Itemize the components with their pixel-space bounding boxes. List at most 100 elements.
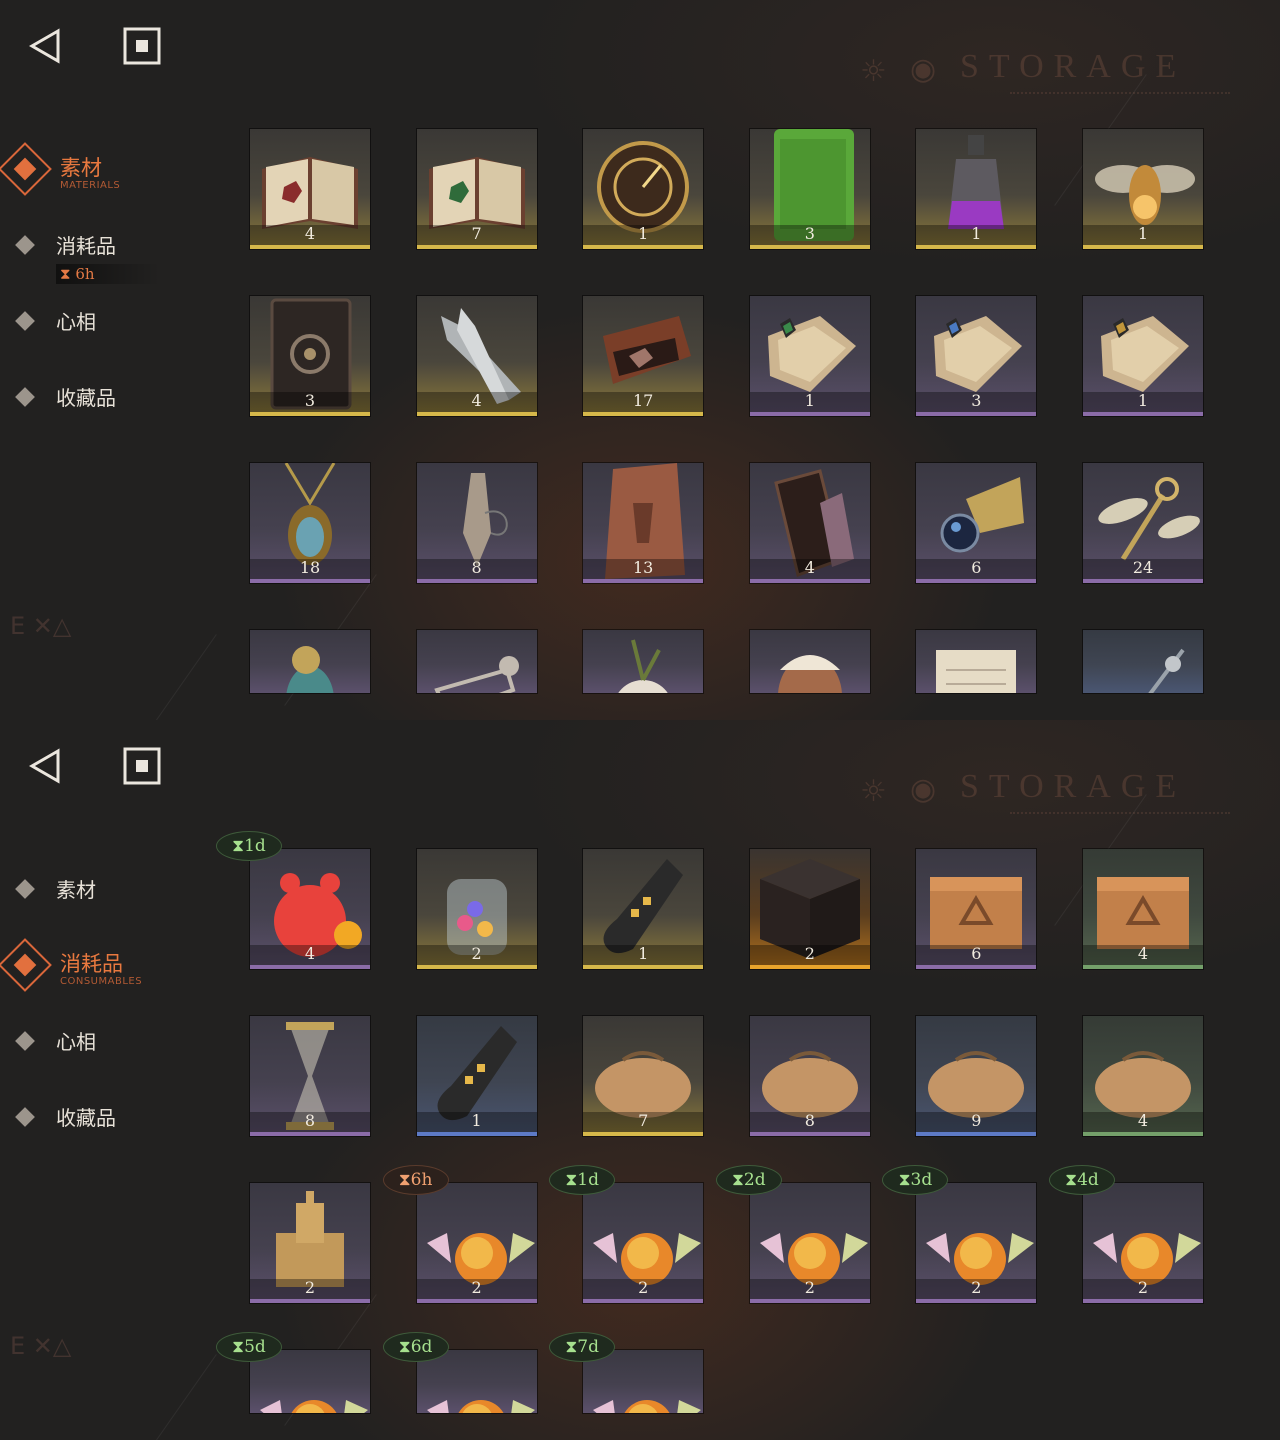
item-tile[interactable] [916,630,1037,693]
rarity-bar [583,245,704,249]
item-tile[interactable]: 4 [1083,1016,1203,1136]
item-tile[interactable]: 8 [250,1016,370,1136]
back-button[interactable] [26,748,66,784]
item-count: 2 [638,1278,649,1297]
rarity-bar [916,965,1037,969]
item-count: 2 [304,1278,316,1297]
item-count: 3 [304,391,316,410]
title-ornament [1010,812,1230,818]
item-tile[interactable]: 18 [250,463,370,583]
item-count: 2 [971,1278,982,1297]
item-tile[interactable]: 4 [749,463,870,583]
item-count: 4 [1137,944,1149,963]
nav-label: 消耗品 [60,952,123,976]
rarity-bar [583,412,704,416]
item-tile[interactable]: 1 [583,129,704,249]
item-count: 3 [971,391,982,410]
item-tile[interactable]: 2 [416,1183,537,1303]
nav-label: 素材 [60,156,102,180]
item-tile[interactable]: 24 [1083,463,1203,583]
storage-panel-consumables: ☼ ◉ STORAGE E ✕△ 素材 消耗品 CONSUMABLES 心相 收… [0,720,1280,1440]
rarity-bar [416,245,537,249]
item-count: 4 [471,391,482,410]
item-tile[interactable]: 9 [916,1016,1037,1136]
home-button[interactable] [122,746,162,786]
item-tile[interactable] [250,1350,370,1413]
rarity-bar [916,1299,1037,1303]
item-count: 13 [633,558,654,577]
item-count: 1 [638,224,649,243]
item-tile[interactable] [749,630,870,693]
item-tile[interactable] [250,630,370,693]
item-tile[interactable]: 13 [583,463,704,583]
item-tile[interactable]: 1 [916,129,1037,249]
nav-sublabel: MATERIALS [60,180,121,191]
item-tile[interactable]: 3 [749,129,870,249]
item-count: 2 [471,1278,482,1297]
item-tile[interactable]: 17 [583,296,704,416]
item-tile[interactable]: 4 [416,296,537,416]
diamond-icon [15,1107,35,1127]
item-tile[interactable] [416,1350,537,1413]
back-arrow-icon [28,748,60,784]
item-tile[interactable]: 7 [416,129,537,249]
item-tile[interactable]: 2 [250,1183,370,1303]
rarity-bar [583,1299,704,1303]
rarity-bar [1083,965,1203,969]
home-button[interactable] [122,26,162,66]
item-count: 1 [1137,391,1149,410]
rarity-bar [916,1132,1037,1136]
item-tile[interactable]: 1 [1083,129,1203,249]
corner-glyph-icon: E ✕△ [10,1332,72,1360]
expiry-timer-tag: ⧗3d [882,1165,949,1195]
item-tile[interactable]: 2 [416,849,537,969]
item-tile[interactable]: 1 [583,849,704,969]
item-tile[interactable]: 8 [416,463,537,583]
item-tile[interactable] [583,630,704,693]
item-tile[interactable] [416,630,537,693]
item-tile[interactable]: 2 [749,1183,870,1303]
item-tile[interactable]: 1 [749,296,870,416]
rarity-bar [1083,1132,1203,1136]
scepter-icon [1148,648,1185,693]
item-tile[interactable]: 4 [250,849,370,969]
timer-text: 3d [910,1170,933,1190]
item-tile[interactable]: 3 [916,296,1037,416]
timer-text: 1d [244,836,266,856]
nav-label: 收藏品 [56,1106,116,1130]
item-tile[interactable]: 1 [416,1016,537,1136]
item-tile[interactable]: 8 [749,1016,870,1136]
corner-glyph-icon: E ✕△ [10,612,72,640]
timer-text: 6h [410,1170,433,1190]
item-tile[interactable] [1083,630,1203,693]
item-tile[interactable]: 4 [1083,849,1203,969]
item-tile[interactable]: 4 [250,129,370,249]
item-tile[interactable]: 6 [916,463,1037,583]
rarity-bar [416,1132,537,1136]
rarity-bar [583,1132,704,1136]
rarity-bar [416,579,537,583]
decor-streak [124,1354,217,1440]
item-count: 3 [804,224,815,243]
skeleton-icon [433,656,519,693]
parchment-icon [936,650,1017,693]
item-count: 2 [471,944,482,963]
item-count: 7 [471,224,482,243]
expiry-timer-tag: ⧗4d [1049,1165,1115,1195]
item-tile[interactable]: 2 [749,849,870,969]
item-tile[interactable]: 1 [1083,296,1203,416]
item-tile[interactable] [583,1350,704,1413]
back-button[interactable] [26,28,66,64]
item-tile[interactable]: 2 [1083,1183,1203,1303]
rarity-bar [749,412,870,416]
item-tile[interactable]: 6 [916,849,1037,969]
eye-emblem-icon: ◉ [910,772,937,807]
item-tile[interactable]: 3 [250,296,370,416]
item-tile[interactable]: 2 [916,1183,1037,1303]
item-count: 9 [971,1111,982,1130]
item-tile[interactable]: 7 [583,1016,704,1136]
item-tile[interactable]: 2 [583,1183,704,1303]
item-count: 1 [971,224,982,243]
rarity-bar [749,245,870,249]
rarity-bar [1083,1299,1203,1303]
